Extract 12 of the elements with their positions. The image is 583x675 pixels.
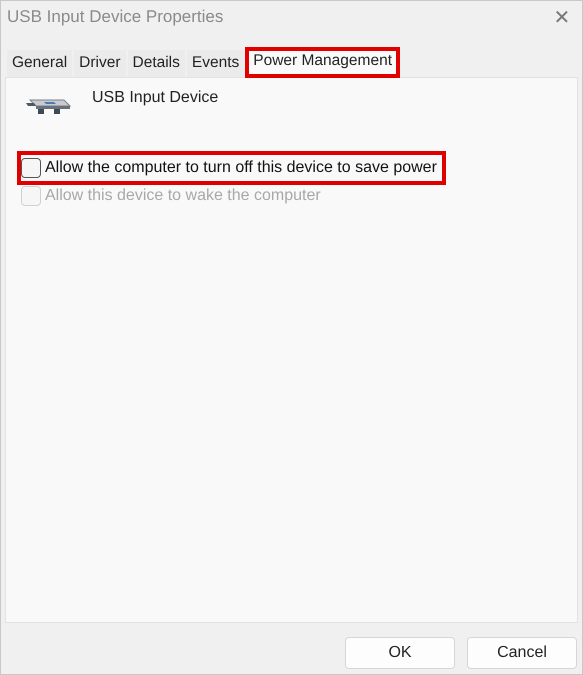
checkbox-option[interactable]: Allow the computer to turn off this device to save power	[20, 154, 443, 182]
tab[interactable]: Details	[128, 50, 185, 77]
checkbox[interactable]	[21, 158, 41, 178]
tab[interactable]: Events	[186, 50, 244, 77]
tab[interactable]: Power Management	[246, 48, 399, 77]
tab[interactable]: Driver	[74, 50, 126, 77]
window-title: USB Input Device Properties	[7, 7, 224, 27]
dialog-button[interactable]: Cancel	[467, 637, 577, 669]
tab[interactable]: General	[7, 50, 72, 77]
dialog-button[interactable]: OK	[345, 637, 455, 669]
close-button[interactable]: ✕	[548, 4, 576, 30]
device-name: USB Input Device	[92, 89, 218, 107]
